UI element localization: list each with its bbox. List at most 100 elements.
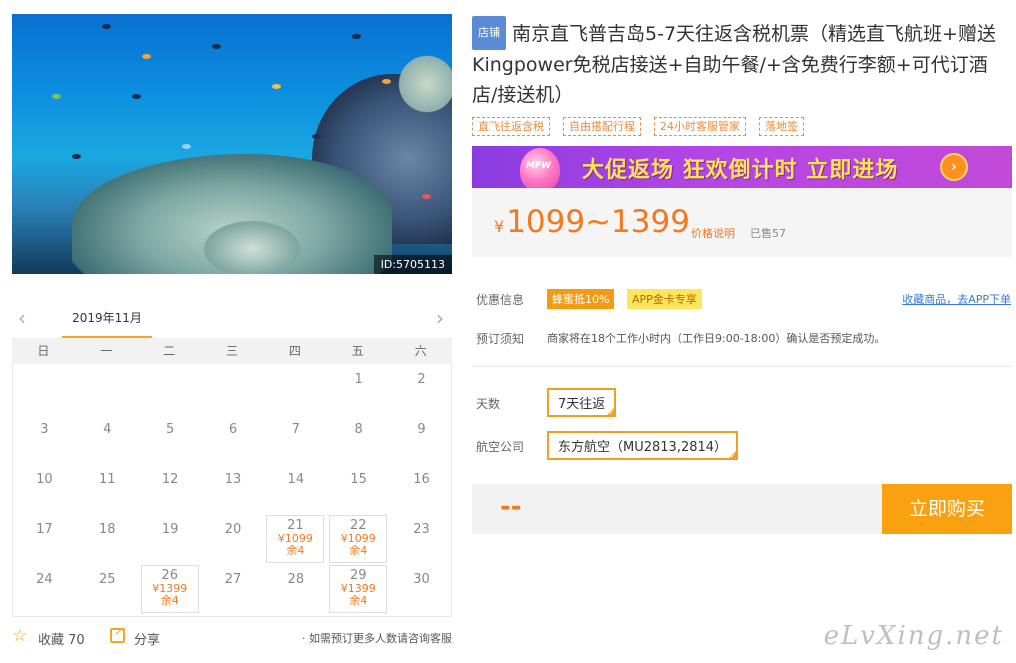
- product-tag: 24小时客服管家: [654, 117, 746, 136]
- day-number: 15: [350, 472, 367, 487]
- check-icon: ✓: [730, 452, 737, 460]
- shop-badge: 店铺: [472, 16, 506, 50]
- day-number: 8: [354, 422, 363, 437]
- day-number: 5: [165, 422, 175, 437]
- day-number: 22: [350, 518, 367, 533]
- fish-decoration: [382, 79, 391, 84]
- check-icon: ✓: [608, 409, 615, 417]
- calendar-day: 2: [390, 364, 453, 414]
- calendar-day: 23: [390, 514, 453, 564]
- day-number: 13: [224, 472, 242, 487]
- calendar-day: 20: [202, 514, 265, 564]
- prev-month-icon[interactable]: ‹: [18, 306, 26, 330]
- day-remaining: 余4: [286, 544, 305, 557]
- calendar-day: 27: [202, 564, 265, 614]
- fish-decoration: [132, 94, 141, 99]
- calendar-day-available[interactable]: 21 ¥1099 余4: [266, 515, 325, 563]
- promo-banner[interactable]: MFW 大促返场 狂欢倒计时 立即进场 ›: [472, 146, 1012, 188]
- weekday-label: 五: [351, 344, 364, 358]
- day-number: 1: [354, 372, 363, 387]
- fish-decoration: [102, 24, 111, 29]
- day-number: 30: [413, 572, 430, 587]
- product-tag: 落地签: [759, 117, 804, 136]
- product-title-text: 南京直飞普吉岛5-7天往返含税机票（精选直飞航班+赠送Kingpower免税店接…: [472, 23, 996, 106]
- fish-decoration: [272, 84, 281, 89]
- total-price-bar: --: [472, 484, 882, 534]
- product-image[interactable]: ID:5705113: [12, 14, 452, 274]
- calendar-day: 25: [76, 564, 139, 614]
- calendar-day: 3: [13, 414, 76, 464]
- price-explanation-link[interactable]: 价格说明: [691, 225, 735, 241]
- share-icon[interactable]: [110, 624, 125, 643]
- day-number: 19: [161, 522, 179, 537]
- group-booking-note: · 如需预订更多人数请咨询客服: [302, 632, 452, 645]
- star-icon[interactable]: ☆: [12, 626, 27, 646]
- fish-decoration: [212, 44, 221, 49]
- day-number: 2: [417, 372, 426, 387]
- day-number: 14: [287, 472, 305, 487]
- weekday-label: 六: [414, 344, 427, 358]
- share-button[interactable]: 分享: [134, 629, 160, 648]
- calendar-day-available[interactable]: 26 ¥1399 余4: [140, 565, 199, 613]
- buy-now-button[interactable]: 立即购买: [882, 484, 1012, 534]
- fish-decoration: [72, 154, 81, 159]
- weekday-label: 日: [37, 344, 50, 358]
- day-number: 11: [98, 472, 116, 487]
- watermark: eLvXing.net: [823, 621, 1004, 651]
- day-number: 6: [228, 422, 238, 437]
- price-value: 1099~1399: [506, 204, 690, 240]
- calendar-day-available[interactable]: 29 ¥1399 余4: [329, 565, 388, 613]
- fish-decoration: [142, 54, 151, 59]
- day-number: 16: [413, 472, 430, 487]
- coupon-badge[interactable]: 蜂蜜抵10%: [547, 289, 615, 309]
- day-number: 28: [287, 572, 305, 587]
- weekday-label: 四: [288, 344, 301, 358]
- calendar-day: 8: [327, 414, 390, 464]
- fish-decoration: [422, 194, 431, 199]
- day-number: 3: [40, 422, 49, 437]
- price-range: ¥1099~1399: [494, 204, 690, 240]
- price-box: ¥1099~1399 价格说明 已售57: [472, 188, 1012, 257]
- calendar-day: 13: [202, 464, 265, 514]
- calendar-day-available[interactable]: 22 ¥1099 余4: [329, 515, 388, 563]
- fish-decoration: [352, 34, 361, 39]
- airline-option[interactable]: 东方航空（MU2813,2814） ✓: [547, 431, 739, 460]
- favorite-app-link[interactable]: 收藏商品，去APP下单: [902, 291, 1011, 307]
- calendar-day: 4: [76, 414, 139, 464]
- day-number: 24: [36, 572, 53, 587]
- day-number: 9: [417, 422, 426, 437]
- calendar-day: 6: [202, 414, 265, 464]
- fish-decoration: [182, 144, 191, 149]
- calendar-month-tab[interactable]: 2019年11月: [62, 303, 152, 338]
- days-option[interactable]: 7天往返 ✓: [547, 388, 617, 417]
- day-remaining: 余4: [349, 594, 368, 607]
- promo-text: 大促返场 狂欢倒计时 立即进场: [582, 158, 899, 183]
- day-number: 18: [98, 522, 116, 537]
- product-tags: 直飞往返含税 自由搭配行程 24小时客服管家 落地签: [472, 117, 804, 136]
- day-number: 7: [291, 422, 300, 437]
- day-number: 29: [350, 568, 367, 583]
- calendar-day: 7: [264, 414, 327, 464]
- image-id-label: ID:5705113: [373, 255, 452, 274]
- balloon-icon: MFW: [520, 148, 560, 188]
- footer-bar: ☆ 收藏 70 分享 · 如需预订更多人数请咨询客服: [12, 624, 452, 648]
- coupon-badge[interactable]: APP金卡专享: [627, 289, 702, 309]
- weekday-label: 二: [163, 344, 176, 358]
- favorite-count[interactable]: 收藏 70: [38, 629, 85, 648]
- weekday-label: 一: [100, 344, 113, 358]
- day-number: 26: [161, 568, 178, 583]
- promo-arrow-icon[interactable]: ›: [940, 153, 968, 181]
- calendar-day: 1: [327, 364, 390, 414]
- calendar-nav: ‹ 2019年11月 ›: [12, 303, 452, 338]
- calendar-day: 11: [76, 464, 139, 514]
- booking-notice-label: 预订须知: [476, 332, 525, 346]
- next-month-icon[interactable]: ›: [436, 306, 444, 330]
- calendar-day: 15: [327, 464, 390, 514]
- calendar-day: 28: [264, 564, 327, 614]
- calendar-weekdays: 日 一 二 三 四 五 六: [12, 338, 452, 364]
- product-title: 店铺 南京直飞普吉岛5-7天往返含税机票（精选直飞航班+赠送Kingpower免税…: [472, 16, 1007, 110]
- day-number: 23: [413, 522, 430, 537]
- calendar-day: 10: [13, 464, 76, 514]
- product-tag: 自由搭配行程: [563, 117, 641, 136]
- fish-decoration: [312, 134, 321, 139]
